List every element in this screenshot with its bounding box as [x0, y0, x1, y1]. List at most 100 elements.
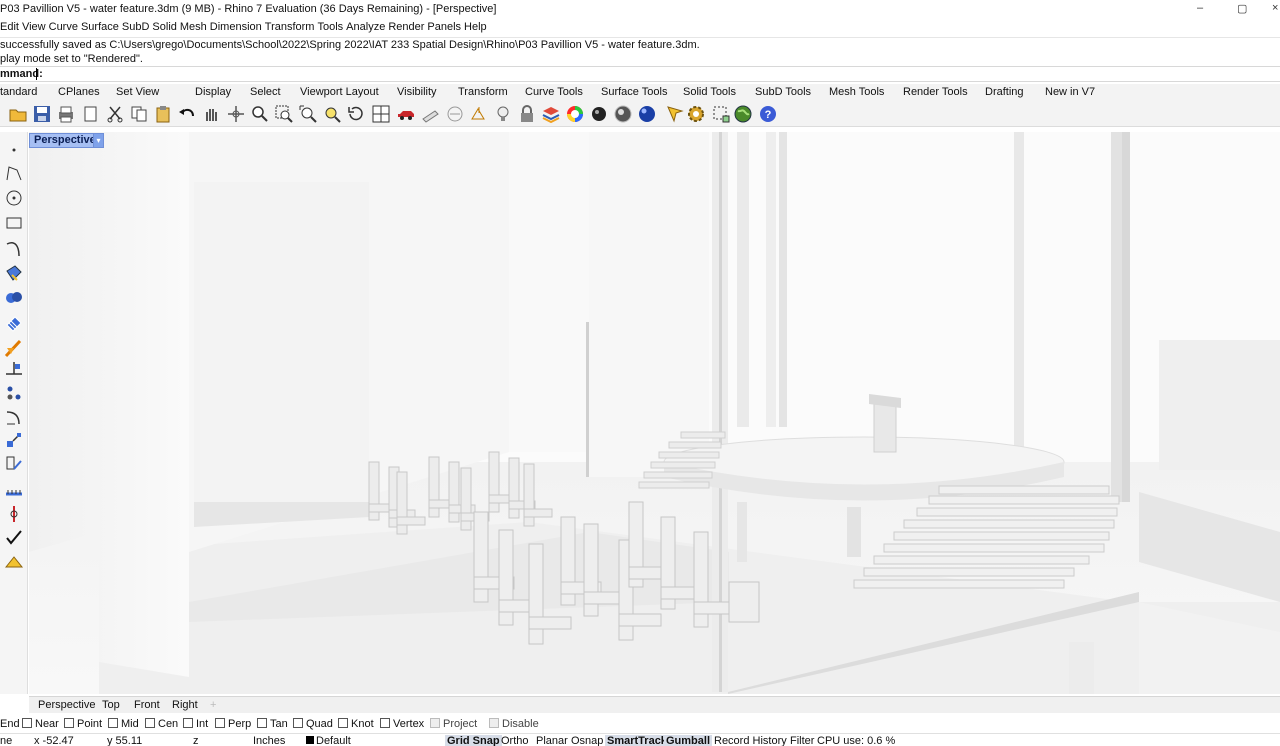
pan-icon[interactable]	[202, 105, 220, 123]
solid-icon[interactable]	[4, 288, 24, 308]
light-icon[interactable]	[494, 105, 512, 123]
filter-toggle[interactable]: Filter	[790, 735, 814, 746]
move-view-icon[interactable]	[227, 105, 245, 123]
osnap-project[interactable]: Project	[430, 718, 477, 730]
osnap-int[interactable]: Int	[183, 718, 208, 730]
status-cplane[interactable]: ne	[0, 735, 12, 746]
help-icon[interactable]: ?	[759, 105, 777, 123]
scale-icon[interactable]	[4, 430, 24, 450]
array-icon[interactable]	[4, 383, 24, 403]
analyze-icon[interactable]	[4, 504, 24, 524]
osnap-vertex[interactable]: Vertex	[380, 718, 424, 730]
osnap-knot[interactable]: Knot	[338, 718, 374, 730]
menu-edit[interactable]: Edit	[0, 20, 22, 37]
globe-icon[interactable]	[734, 105, 752, 123]
smarttrack-toggle[interactable]: SmartTrack	[605, 735, 669, 746]
cplane-icon[interactable]	[470, 105, 488, 123]
menu-subd[interactable]: SubD	[122, 20, 153, 37]
undo-icon[interactable]	[178, 105, 196, 123]
zoom-window-icon[interactable]	[275, 105, 293, 123]
pick-icon[interactable]	[666, 105, 684, 123]
color-wheel-icon[interactable]	[566, 105, 584, 123]
record-history-toggle[interactable]: Record History	[714, 735, 787, 746]
viewport-tab-right[interactable]: Right	[172, 699, 198, 711]
zoom-icon[interactable]	[251, 105, 269, 123]
viewport-menu-dropdown[interactable]: ▾	[93, 133, 104, 148]
tab-cplanes[interactable]: CPlanes	[58, 84, 116, 101]
rotate-view-icon[interactable]	[347, 105, 365, 123]
check-icon[interactable]	[4, 528, 24, 548]
open-icon[interactable]	[9, 105, 27, 123]
measure-icon[interactable]	[4, 480, 24, 500]
transform-icon[interactable]	[4, 338, 24, 358]
tab-drafting[interactable]: Drafting	[985, 84, 1045, 101]
tab-new-in-v7[interactable]: New in V7	[1045, 84, 1115, 101]
grid-snap-toggle[interactable]: Grid Snap	[445, 735, 502, 746]
cut-icon[interactable]	[106, 105, 124, 123]
polyline-icon[interactable]	[4, 163, 24, 183]
menu-render[interactable]: Render	[388, 20, 427, 37]
osnap-point[interactable]: Point	[64, 718, 102, 730]
sphere-wire-icon[interactable]	[590, 105, 608, 123]
tab-solid-tools[interactable]: Solid Tools	[683, 84, 755, 101]
menu-dimension[interactable]: Dimension	[210, 20, 265, 37]
hatch-icon[interactable]	[421, 105, 439, 123]
settings-icon[interactable]	[687, 105, 705, 123]
osnap-toggle[interactable]: Osnap	[571, 735, 603, 746]
rectangle-icon[interactable]	[4, 213, 24, 233]
zoom-extents-icon[interactable]	[299, 105, 317, 123]
menu-mesh[interactable]: Mesh	[180, 20, 210, 37]
minimize-button[interactable]: –	[1197, 2, 1203, 14]
circle-icon[interactable]	[4, 188, 24, 208]
tab-set-view[interactable]: Set View	[116, 84, 195, 101]
close-button[interactable]: ×	[1272, 2, 1278, 14]
osnap-mid[interactable]: Mid	[108, 718, 139, 730]
grid-icon[interactable]	[446, 105, 464, 123]
tab-visibility[interactable]: Visibility	[397, 84, 458, 101]
paste-icon[interactable]	[154, 105, 172, 123]
surface-icon[interactable]	[4, 263, 24, 283]
menu-analyze[interactable]: Analyze	[346, 20, 388, 37]
status-layer[interactable]: Default	[306, 735, 351, 746]
menu-tools[interactable]: Tools	[317, 20, 346, 37]
ortho-toggle[interactable]: Ortho	[501, 735, 529, 746]
osnap-near[interactable]: Near	[22, 718, 59, 730]
print-icon[interactable]	[57, 105, 75, 123]
viewport-tab-top[interactable]: Top	[102, 699, 120, 711]
gumball-toggle[interactable]: Gumball	[664, 735, 713, 746]
tab-standard[interactable]: tandard	[0, 84, 58, 101]
layers-icon[interactable]	[542, 105, 560, 123]
render-icon[interactable]	[4, 553, 24, 573]
planar-toggle[interactable]: Planar	[536, 735, 568, 746]
tab-viewport-layout[interactable]: Viewport Layout	[300, 84, 397, 101]
fillet-icon[interactable]	[4, 408, 24, 428]
car-icon[interactable]	[397, 105, 415, 123]
osnap-tan[interactable]: Tan	[257, 718, 288, 730]
perspective-viewport[interactable]: Perspective ▾	[29, 132, 1280, 694]
zoom-selected-icon[interactable]	[323, 105, 341, 123]
sphere-shaded-icon[interactable]	[614, 105, 632, 123]
tab-display[interactable]: Display	[195, 84, 250, 101]
tab-select[interactable]: Select	[250, 84, 300, 101]
osnap-end[interactable]: End	[0, 718, 20, 730]
menu-view[interactable]: View	[22, 20, 49, 37]
tab-subd-tools[interactable]: SubD Tools	[755, 84, 829, 101]
osnap-quad[interactable]: Quad	[293, 718, 333, 730]
copy-icon[interactable]	[130, 105, 148, 123]
mesh-icon[interactable]	[4, 313, 24, 333]
menu-transform[interactable]: Transform	[265, 20, 318, 37]
status-units[interactable]: Inches	[253, 735, 285, 746]
lock-icon[interactable]	[518, 105, 536, 123]
edit-points-icon[interactable]	[4, 454, 24, 474]
viewport-title[interactable]: Perspective	[29, 133, 101, 148]
curve-icon[interactable]	[4, 238, 24, 258]
menu-panels[interactable]: Panels	[427, 20, 464, 37]
tab-render-tools[interactable]: Render Tools	[903, 84, 985, 101]
viewport-tab-front[interactable]: Front	[134, 699, 160, 711]
four-viewports-icon[interactable]	[372, 105, 390, 123]
point-icon[interactable]	[4, 138, 24, 158]
tab-surface-tools[interactable]: Surface Tools	[601, 84, 683, 101]
menu-curve[interactable]: Curve	[49, 20, 81, 37]
osnap-disable[interactable]: Disable	[489, 718, 539, 730]
save-icon[interactable]	[33, 105, 51, 123]
